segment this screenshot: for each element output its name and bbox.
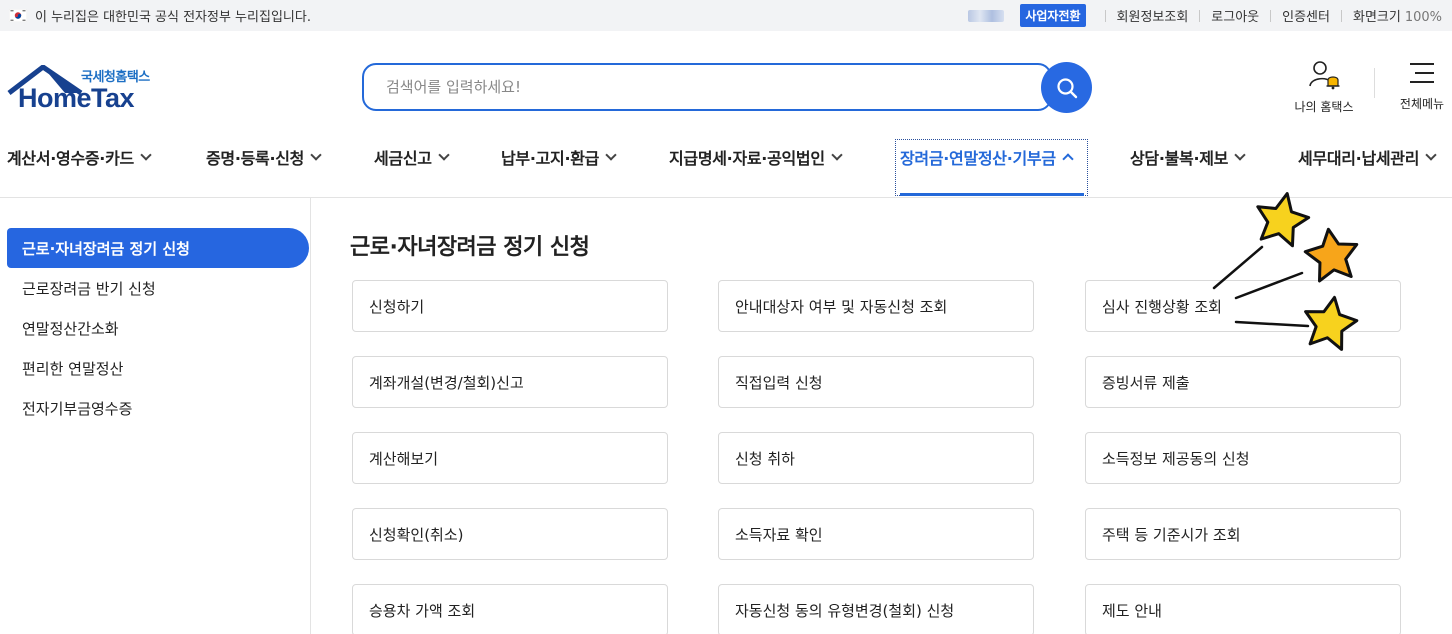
search-box: [362, 63, 1052, 111]
all-menu-button[interactable]: 전체메뉴: [1392, 62, 1452, 112]
divider: [1374, 68, 1375, 98]
card-car-value[interactable]: 승용차 가액 조회: [352, 584, 668, 634]
card-account-report[interactable]: 계좌개설(변경/철회)신고: [352, 356, 668, 408]
user-bell-icon: [1309, 61, 1340, 90]
business-switch-button[interactable]: 사업자전환: [1020, 4, 1086, 27]
gnb-label: 상담·불복·제보: [1130, 149, 1229, 168]
korea-flag-icon: [8, 8, 28, 23]
sidebar-item-half-apply[interactable]: 근로장려금 반기 신청: [7, 268, 309, 308]
logout-link[interactable]: 로그아웃: [1211, 6, 1259, 25]
gnb-item-incentive[interactable]: 장려금·연말정산·기부금: [900, 136, 1074, 178]
divider: [1104, 9, 1106, 22]
gnb-item-agent[interactable]: 세무대리·납세관리: [1298, 136, 1437, 178]
chevron-down-icon: [140, 148, 152, 161]
gov-banner: 이 누리집은 대한민국 공식 전자정부 누리집입니다. 사업자전환 회원정보조회…: [0, 0, 1452, 31]
zoom-control[interactable]: 화면크기 100%: [1353, 6, 1442, 25]
chevron-down-icon: [1425, 148, 1437, 161]
star-decoration: [1212, 192, 1359, 351]
gnb-label: 세무대리·납세관리: [1298, 149, 1420, 168]
card-direct-input[interactable]: 직접입력 신청: [718, 356, 1034, 408]
card-income-check[interactable]: 소득자료 확인: [718, 508, 1034, 560]
chevron-down-icon: [1234, 148, 1246, 161]
card-submit-documents[interactable]: 증빙서류 제출: [1085, 356, 1401, 408]
logo-title: HomeTax: [18, 83, 135, 113]
cert-center-link[interactable]: 인증센터: [1282, 6, 1330, 25]
gnb-label: 증명·등록·신청: [206, 149, 305, 168]
gnb-item-consult[interactable]: 상담·불복·제보: [1130, 136, 1246, 178]
all-menu-label: 전체메뉴: [1399, 97, 1445, 111]
card-confirm-cancel[interactable]: 신청확인(취소): [352, 508, 668, 560]
divider: [1340, 9, 1342, 22]
divider: [1270, 9, 1272, 22]
gnb-label: 장려금·연말정산·기부금: [900, 149, 1056, 168]
hometax-logo[interactable]: 국세청홈택스 HomeTax: [7, 63, 157, 113]
active-underline: [900, 193, 1084, 196]
sidebar-item-simplified[interactable]: 연말정산간소화: [7, 308, 309, 348]
gnb-item-certificate[interactable]: 증명·등록·신청: [206, 136, 322, 178]
gnb-label: 계산서·영수증·카드: [7, 149, 134, 168]
search-button[interactable]: [1041, 62, 1092, 113]
gnb-item-payment[interactable]: 납부·고지·환급: [501, 136, 617, 178]
chevron-down-icon: [831, 148, 843, 161]
zoom-label: 화면크기: [1352, 10, 1401, 25]
gnb-item-invoice[interactable]: 계산서·영수증·카드: [7, 136, 152, 178]
sidebar-item-regular-apply[interactable]: 근로·자녀장려금 정기 신청: [7, 228, 309, 268]
gnb-item-statement[interactable]: 지급명세·자료·공익법인: [669, 136, 843, 178]
sidebar: 근로·자녀장려금 정기 신청 근로장려금 반기 신청 연말정산간소화 편리한 연…: [0, 198, 311, 634]
page-title: 근로·자녀장려금 정기 신청: [350, 235, 590, 260]
sidebar-item-donation-receipt[interactable]: 전자기부금영수증: [7, 388, 309, 428]
star-icon: [1304, 295, 1359, 351]
zoom-value: 100%: [1404, 10, 1442, 25]
search-input[interactable]: [364, 65, 1050, 109]
my-hometax-label: 나의 홈택스: [1294, 100, 1354, 114]
card-consent-change[interactable]: 자동신청 동의 유형변경(철회) 신청: [718, 584, 1034, 634]
search-icon: [1056, 77, 1077, 98]
divider: [1199, 9, 1201, 22]
card-calculate[interactable]: 계산해보기: [352, 432, 668, 484]
card-target-inquiry[interactable]: 안내대상자 여부 및 자동신청 조회: [718, 280, 1034, 332]
hamburger-icon: [1410, 63, 1434, 83]
card-apply[interactable]: 신청하기: [352, 280, 668, 332]
gov-notice-text: 이 누리집은 대한민국 공식 전자정부 누리집입니다.: [35, 10, 311, 25]
chevron-down-icon: [605, 148, 617, 161]
card-income-consent[interactable]: 소득정보 제공동의 신청: [1085, 432, 1401, 484]
sidebar-item-convenient[interactable]: 편리한 연말정산: [7, 348, 309, 388]
gnb-item-tax-report[interactable]: 세금신고: [374, 136, 450, 178]
chevron-up-icon: [1062, 153, 1074, 165]
gnb-label: 지급명세·자료·공익법인: [669, 149, 825, 168]
member-info-link[interactable]: 회원정보조회: [1117, 6, 1189, 25]
star-icon: [1256, 192, 1311, 248]
chevron-down-icon: [438, 148, 450, 161]
card-house-price[interactable]: 주택 등 기준시가 조회: [1085, 508, 1401, 560]
card-system-guide[interactable]: 제도 안내: [1085, 584, 1401, 634]
gnb-label: 세금신고: [374, 149, 432, 168]
my-hometax-button[interactable]: 나의 홈택스: [1288, 60, 1360, 115]
gnb-label: 납부·고지·환급: [501, 149, 600, 168]
chevron-down-icon: [310, 148, 322, 161]
user-name-blurred: [968, 9, 1005, 22]
star-icon: [1303, 227, 1359, 283]
card-withdraw[interactable]: 신청 취하: [718, 432, 1034, 484]
